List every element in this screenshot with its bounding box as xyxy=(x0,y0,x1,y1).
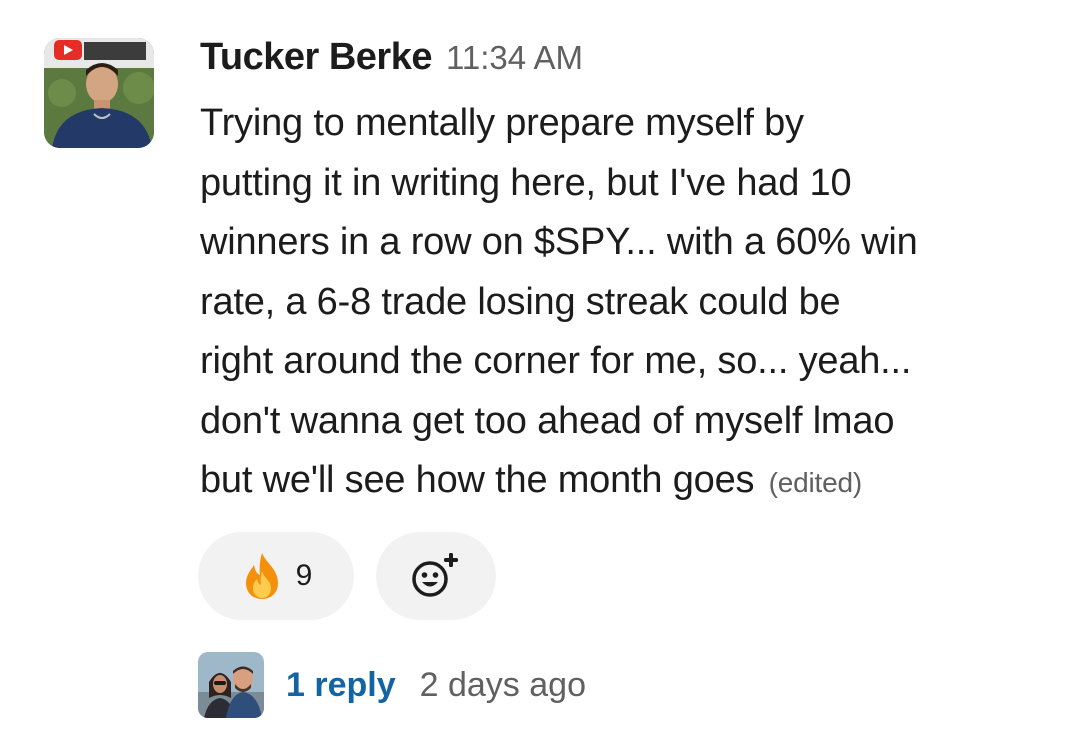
reply-avatar xyxy=(198,652,264,718)
message-header: Tucker Berke 11:34 AM xyxy=(200,36,583,88)
reactions-bar: 9 xyxy=(198,532,496,620)
message-line: Trying to mentally prepare myself by xyxy=(200,102,804,144)
last-reply-time: 2 days ago xyxy=(419,665,586,704)
add-reaction-icon xyxy=(412,553,458,597)
message-line: winners in a row on $SPY... with a 60% w… xyxy=(200,221,918,263)
reply-photo xyxy=(198,652,264,718)
message-line: rate, a 6-8 trade losing streak could be xyxy=(200,280,841,323)
author-photo xyxy=(44,38,154,148)
fire-icon xyxy=(245,553,278,599)
message-line: don't wanna get too ahead of myself lmao xyxy=(200,399,895,442)
message-line: right around the corner for me, so... ye… xyxy=(200,340,912,382)
message-line-last: but we'll see how the month goes (edited… xyxy=(200,451,1050,513)
message-line: putting it in writing here, but I've had… xyxy=(200,161,852,204)
fire-reaction-count: 9 xyxy=(295,559,313,592)
author-avatar[interactable] xyxy=(44,38,154,148)
message-text: Trying to mentally prepare myself by put… xyxy=(200,94,1050,513)
edited-label: (edited) xyxy=(768,467,863,498)
fire-reaction-button[interactable]: 9 xyxy=(198,532,354,620)
author-name[interactable]: Tucker Berke xyxy=(200,36,432,79)
reply-count-link[interactable]: 1 reply xyxy=(286,666,396,705)
thread-summary[interactable]: 1 reply 2 days ago xyxy=(198,652,586,718)
message-timestamp[interactable]: 11:34 AM xyxy=(446,39,583,77)
message-line-text: but we'll see how the month goes xyxy=(200,459,755,501)
add-reaction-button[interactable] xyxy=(376,532,496,620)
